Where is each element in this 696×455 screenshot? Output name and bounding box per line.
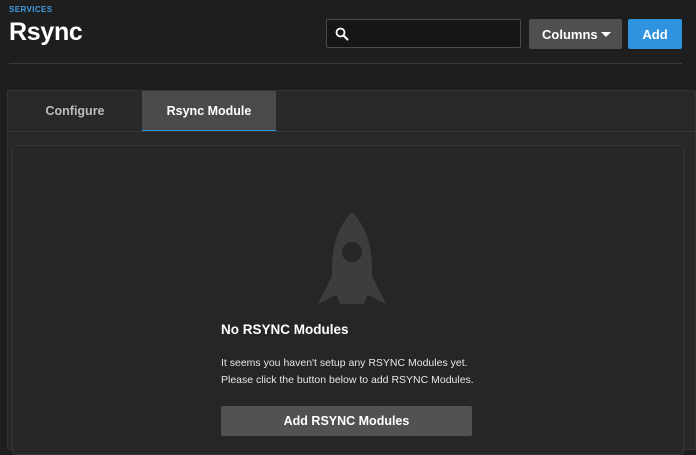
search-box[interactable] [326,19,521,48]
empty-state-message-line-2: Please click the button below to add RSY… [221,374,474,386]
add-button[interactable]: Add [628,19,682,49]
search-input[interactable] [355,24,515,44]
header-divider [9,63,682,64]
columns-button[interactable]: Columns [529,19,622,49]
chevron-down-icon [601,32,611,37]
empty-state-panel: No RSYNC Modules It seems you haven't se… [12,145,684,455]
empty-state-title: No RSYNC Modules [221,322,349,337]
add-rsync-modules-button[interactable]: Add RSYNC Modules [221,406,472,436]
tab-configure[interactable]: Configure [8,91,142,131]
rocket-icon [318,212,386,304]
search-icon [335,27,349,41]
page-title: Rsync [9,18,83,46]
columns-button-label: Columns [542,26,598,42]
tab-rsync-module[interactable]: Rsync Module [142,91,276,132]
breadcrumb[interactable]: SERVICES [9,5,53,14]
tab-divider [8,131,695,132]
empty-state-message-line-1: It seems you haven't setup any RSYNC Mod… [221,357,468,369]
rsync-card: Configure Rsync Module No RSYNC Modules … [7,90,696,455]
